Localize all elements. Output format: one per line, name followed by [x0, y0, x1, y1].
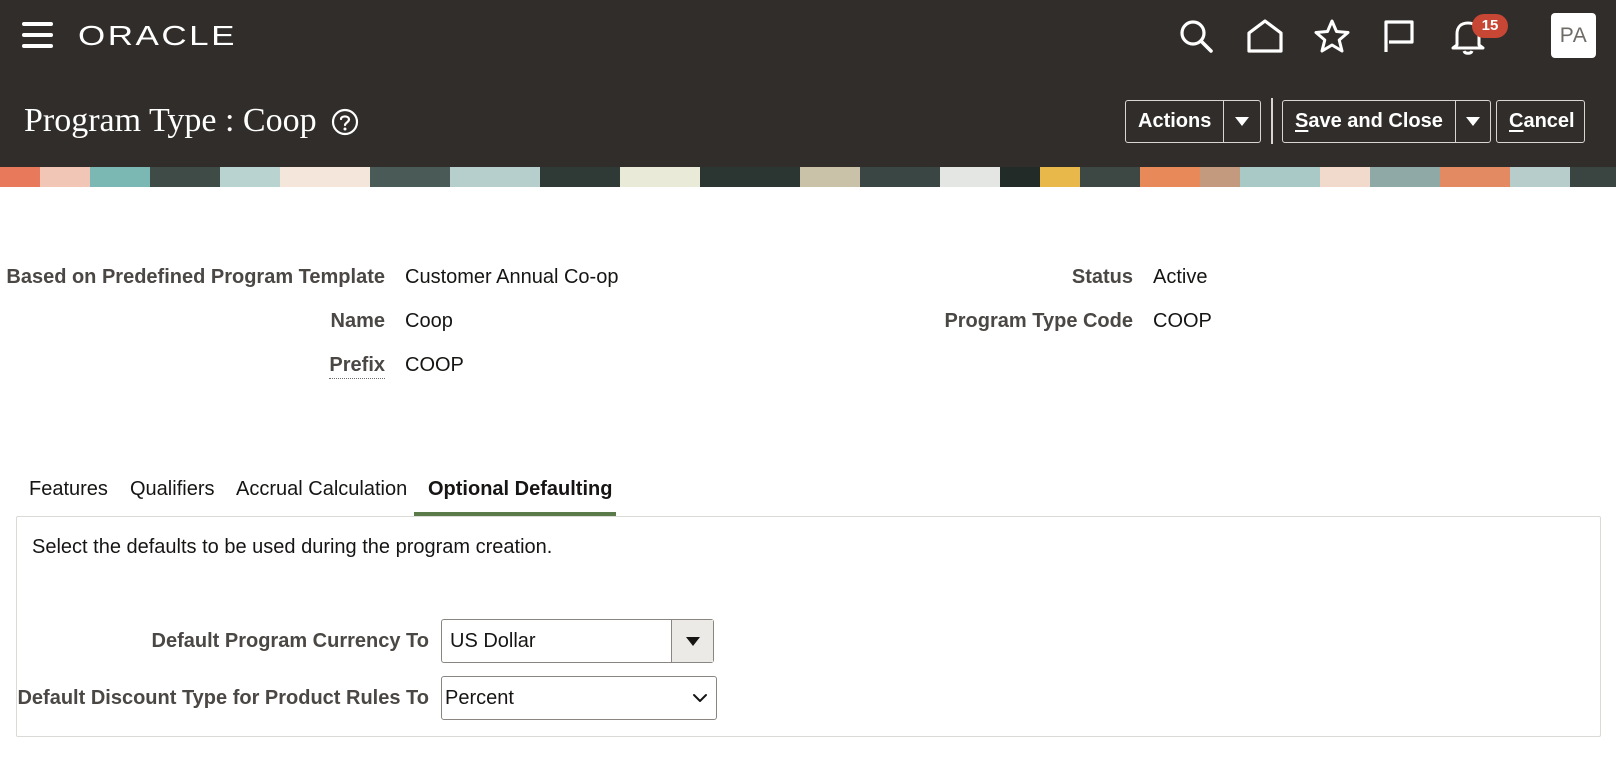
- default-discount-type-select[interactable]: Percent: [441, 676, 717, 720]
- status-value: Active: [1153, 266, 1208, 288]
- notification-count-badge: 15: [1472, 14, 1508, 38]
- tab-features[interactable]: Features: [29, 478, 108, 501]
- home-icon[interactable]: [1245, 16, 1285, 56]
- flag-icon[interactable]: [1379, 16, 1419, 56]
- default-discount-type-value: Percent: [445, 687, 514, 709]
- template-value: Customer Annual Co-op: [405, 266, 619, 288]
- decorative-banner: [0, 167, 1616, 187]
- name-value: Coop: [405, 310, 453, 332]
- program-type-code-label: Program Type Code: [944, 310, 1133, 332]
- default-currency-value: US Dollar: [450, 630, 536, 652]
- template-label: Based on Predefined Program Template: [6, 266, 385, 288]
- cancel-button[interactable]: Cancel: [1496, 100, 1585, 143]
- global-header: ORACLE 15 PA Program Type : Coop Actions…: [0, 0, 1616, 167]
- default-currency-select[interactable]: US Dollar: [441, 619, 714, 663]
- toolbar-separator: [1271, 98, 1273, 144]
- name-label: Name: [330, 310, 385, 332]
- tab-accrual-calculation[interactable]: Accrual Calculation: [236, 478, 407, 501]
- default-currency-label: Default Program Currency To: [151, 630, 429, 652]
- page-title: Program Type : Coop: [24, 102, 317, 139]
- currency-dropdown-icon[interactable]: [671, 620, 713, 662]
- program-type-code-value: COOP: [1153, 310, 1212, 332]
- tab-optional-defaulting[interactable]: Optional Defaulting: [428, 478, 612, 501]
- prefix-label[interactable]: Prefix: [329, 354, 385, 379]
- help-icon[interactable]: [331, 108, 359, 136]
- hamburger-menu-icon[interactable]: [22, 22, 54, 48]
- save-dropdown-icon[interactable]: [1454, 101, 1490, 142]
- actions-button-label: Actions: [1138, 110, 1212, 132]
- search-icon[interactable]: [1176, 16, 1216, 56]
- default-discount-type-label: Default Discount Type for Product Rules …: [17, 687, 429, 709]
- actions-dropdown-icon[interactable]: [1223, 101, 1260, 142]
- status-label: Status: [1071, 266, 1133, 288]
- star-icon[interactable]: [1312, 16, 1352, 56]
- save-and-close-label: Save and Close: [1295, 110, 1443, 132]
- actions-menu-button[interactable]: Actions: [1125, 100, 1261, 143]
- oracle-logo: ORACLE: [78, 20, 237, 51]
- chevron-down-icon: [692, 690, 708, 706]
- user-avatar[interactable]: PA: [1551, 13, 1596, 58]
- panel-instructions: Select the defaults to be used during th…: [32, 536, 553, 558]
- cancel-button-label: Cancel: [1509, 110, 1575, 132]
- save-and-close-button[interactable]: Save and Close: [1282, 100, 1491, 143]
- prefix-value: COOP: [405, 354, 464, 376]
- tab-qualifiers[interactable]: Qualifiers: [130, 478, 214, 501]
